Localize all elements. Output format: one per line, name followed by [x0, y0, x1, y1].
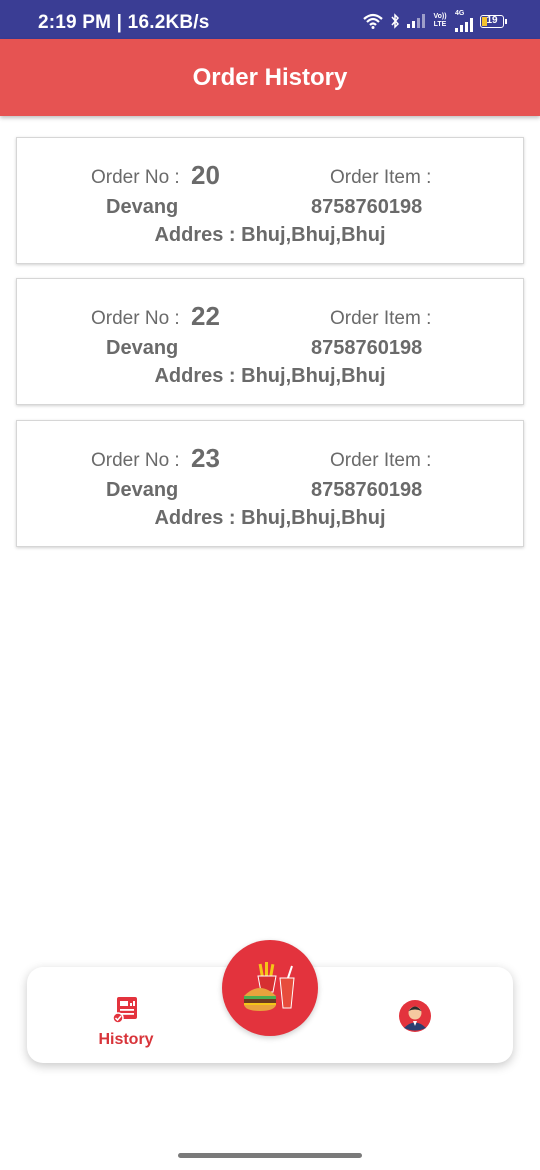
customer-name: Devang: [106, 479, 179, 501]
battery-level: 19: [486, 14, 498, 26]
page-title: Order History: [192, 64, 348, 91]
customer-phone: 8758760198: [311, 337, 423, 359]
customer-name: Devang: [106, 196, 179, 218]
customer-phone: 8758760198: [311, 479, 423, 501]
customer-name: Devang: [106, 337, 179, 359]
order-no-label: Order No :: [91, 308, 180, 329]
order-food-button[interactable]: [222, 940, 318, 1036]
battery-icon: 19: [480, 14, 507, 28]
order-no-label: Order No :: [91, 450, 180, 471]
status-bar: 2:19 PM | 16.2KB/s Vo)) LTE 4G 19: [0, 0, 540, 39]
customer-phone: 8758760198: [311, 196, 423, 218]
wifi-icon: [363, 13, 383, 29]
user-avatar-icon: [399, 1000, 431, 1032]
bluetooth-icon: [391, 13, 400, 29]
report-document-icon: [112, 997, 137, 1024]
nav-history-button[interactable]: History: [89, 995, 163, 1051]
nav-profile-button[interactable]: [398, 999, 432, 1033]
order-item-label: Order Item :: [330, 167, 432, 188]
order-item-label: Order Item :: [330, 450, 432, 471]
app-header: Order History: [0, 39, 540, 116]
signal-icon-1: [407, 14, 425, 28]
signal-group-4g: 4G: [455, 10, 473, 32]
status-icons: Vo)) LTE 4G 19: [363, 10, 507, 32]
fast-food-icon: [244, 962, 295, 1011]
order-card[interactable]: Order No : 23 Order Item : Devang 875876…: [16, 420, 524, 547]
signal-icon-2: [455, 18, 473, 32]
home-indicator[interactable]: [178, 1153, 362, 1158]
status-time: 2:19 PM | 16.2KB/s: [38, 12, 210, 33]
order-card[interactable]: Order No : 20 Order Item : Devang 875876…: [16, 137, 524, 264]
nav-history-label: History: [98, 1031, 154, 1048]
customer-address: Addres : Bhuj,Bhuj,Bhuj: [154, 507, 386, 529]
order-no-value: 22: [191, 301, 220, 331]
customer-address: Addres : Bhuj,Bhuj,Bhuj: [154, 365, 386, 387]
volte-label: Vo)) LTE: [433, 13, 447, 28]
order-item-label: Order Item :: [330, 308, 432, 329]
order-no-value: 23: [191, 443, 220, 473]
customer-address: Addres : Bhuj,Bhuj,Bhuj: [154, 224, 386, 246]
order-no-label: Order No :: [91, 167, 180, 188]
order-no-value: 20: [191, 160, 220, 190]
network-4g-label: 4G: [455, 10, 465, 17]
order-card[interactable]: Order No : 22 Order Item : Devang 875876…: [16, 278, 524, 405]
